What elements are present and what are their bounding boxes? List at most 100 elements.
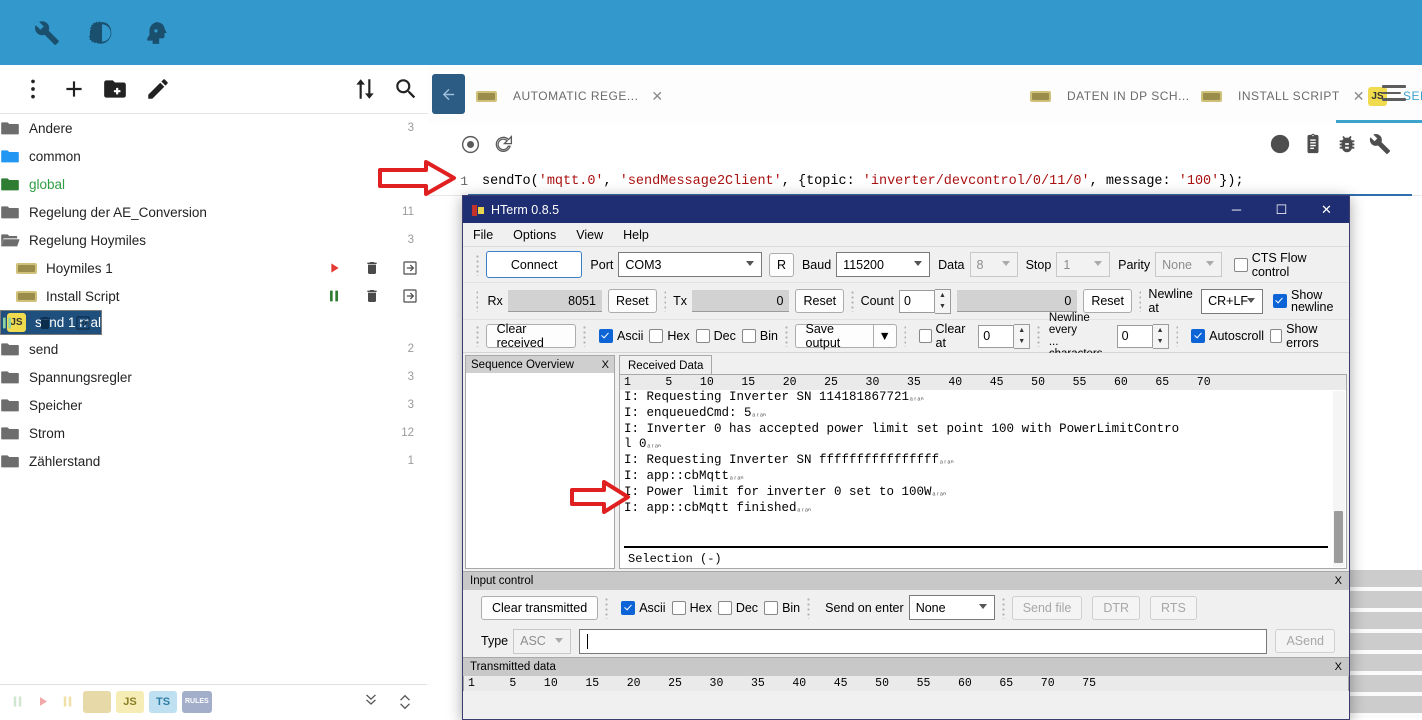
hterm-titlebar[interactable]: HTerm 0.8.5 ─ ☐ ✕ — [463, 196, 1349, 223]
export-icon[interactable] — [402, 288, 418, 304]
search-icon[interactable] — [393, 76, 419, 102]
send-bin-checkbox[interactable]: Bin — [764, 600, 800, 615]
clear-at-spinner-buttons[interactable]: ▲ ▼ — [1014, 323, 1031, 349]
pause-icon[interactable] — [0, 315, 15, 331]
port-select[interactable]: COM3 — [618, 252, 762, 277]
recv-hex-checkbox[interactable]: Hex — [649, 329, 690, 343]
newline-every-spinner-buttons[interactable]: ▲ ▼ — [1152, 323, 1169, 349]
pause-icon[interactable] — [326, 288, 342, 304]
menu-view[interactable]: View — [576, 228, 603, 242]
pause-all-icon[interactable] — [10, 694, 25, 709]
recv-ascii-checkbox[interactable]: Ascii — [599, 329, 643, 343]
tab-close-icon[interactable]: ✕ — [651, 89, 663, 103]
clear-received-button[interactable]: Clear received — [485, 322, 577, 350]
recv-dec-checkbox[interactable]: Dec — [695, 329, 736, 343]
show-newline-checkbox[interactable]: Show newline — [1273, 289, 1343, 313]
clock-icon[interactable] — [1269, 133, 1291, 155]
count-spinner[interactable]: 0 ▲ ▼ — [898, 288, 951, 314]
script-tree[interactable]: Andere 3 common global Regelung der AE_Conve… — [0, 114, 428, 634]
received-log[interactable]: I: Requesting Inverter SN 114181867721ₐᵣ… — [620, 390, 1346, 517]
menu-options[interactable]: Options — [513, 228, 556, 242]
type-select[interactable]: ASC — [513, 628, 572, 654]
rts-button[interactable]: RTS — [1150, 595, 1197, 620]
baud-select[interactable]: 115200 — [836, 252, 931, 277]
editor-menu-icon[interactable] — [1382, 85, 1406, 101]
newline-every-spinner[interactable]: 0 ▲ ▼ — [1116, 323, 1169, 349]
tree-item-send[interactable]: send 2 — [0, 335, 428, 363]
tree-item-hoymiles-1[interactable]: Hoymiles 1 — [0, 254, 428, 282]
code-line-1[interactable]: 1 sendTo('mqtt.0', 'sendMessage2Client',… — [428, 167, 1422, 195]
cts-flow-checkbox[interactable]: CTS Flow control — [1234, 251, 1343, 279]
run-icon[interactable] — [326, 260, 342, 276]
tree-item-z-hlerstand[interactable]: Zählerstand 1 — [0, 447, 428, 475]
connect-button[interactable]: Connect — [485, 251, 583, 278]
newline-at-select[interactable]: CR+LF — [1201, 288, 1264, 314]
rescan-button[interactable]: R — [768, 252, 794, 277]
tree-item-install-script[interactable]: Install Script — [0, 282, 428, 310]
clear-at-spinner[interactable]: 0 ▲ ▼ — [978, 323, 1031, 349]
send-file-button[interactable]: Send file — [1011, 595, 1083, 620]
count-spinner-buttons[interactable]: ▲ ▼ — [934, 288, 951, 314]
edit-pencil-icon[interactable] — [145, 76, 171, 102]
tree-item-regelung-der-ae-conversion[interactable]: Regelung der AE_Conversion 11 — [0, 198, 428, 226]
sequence-overview-close-icon[interactable]: X — [602, 359, 609, 371]
new-folder-icon[interactable] — [102, 76, 128, 102]
parity-select[interactable]: None — [1155, 252, 1223, 277]
dtr-button[interactable]: DTR — [1092, 595, 1141, 620]
menu-help[interactable]: Help — [623, 228, 649, 242]
autoscroll-checkbox[interactable]: Autoscroll — [1191, 329, 1264, 343]
contrast-icon[interactable] — [89, 20, 115, 46]
close-button[interactable]: ✕ — [1304, 196, 1349, 223]
data-select[interactable]: 8 — [969, 252, 1018, 277]
pause-group-icon[interactable] — [60, 694, 75, 709]
run-icon[interactable] — [460, 134, 481, 155]
send-ascii-checkbox[interactable]: Ascii — [621, 600, 666, 615]
minimize-button[interactable]: ─ — [1214, 196, 1259, 223]
tab-daten-in-dp-sch[interactable]: DATEN IN DP SCH... ✕ — [1030, 76, 1214, 116]
tree-item-strom[interactable]: Strom 12 — [0, 419, 428, 447]
asend-button[interactable]: ASend — [1275, 629, 1335, 653]
expand-all-icon[interactable] — [397, 694, 413, 710]
debug-bug-icon[interactable] — [1336, 133, 1358, 155]
add-script-icon[interactable] — [61, 76, 87, 102]
rx-reset-button[interactable]: Reset — [607, 289, 657, 313]
maximize-button[interactable]: ☐ — [1259, 196, 1304, 223]
clipboard-icon[interactable] — [1302, 133, 1324, 155]
send-input[interactable] — [579, 628, 1268, 654]
show-errors-checkbox[interactable]: Show errors — [1270, 322, 1343, 350]
stop-select[interactable]: 1 — [1056, 252, 1111, 277]
menu-file[interactable]: File — [473, 228, 493, 242]
delete-icon[interactable] — [364, 288, 380, 304]
head-icon[interactable] — [144, 20, 170, 46]
collapse-all-icon[interactable] — [363, 694, 379, 710]
tx-reset-button[interactable]: Reset — [795, 289, 845, 313]
tree-item-spannungsregler[interactable]: Spannungsregler 3 — [0, 363, 428, 391]
tree-item-speicher[interactable]: Speicher 3 — [0, 391, 428, 419]
export-icon[interactable] — [75, 315, 91, 331]
received-scrollbar[interactable] — [1333, 391, 1345, 567]
received-data-tab[interactable]: Received Data — [619, 355, 713, 375]
tree-item-global[interactable]: global — [0, 170, 428, 198]
send-on-enter-select[interactable]: None — [908, 595, 995, 620]
hterm-window[interactable]: HTerm 0.8.5 ─ ☐ ✕ File Options View Help… — [462, 195, 1350, 720]
input-control-close-icon[interactable]: X — [1335, 575, 1342, 587]
clear-at-checkbox[interactable]: Clear at — [919, 322, 972, 350]
received-scrollbar-thumb[interactable] — [1334, 511, 1343, 563]
tree-item-common[interactable]: common — [0, 142, 428, 170]
save-output-button[interactable]: Save output — [794, 322, 873, 350]
reload-icon[interactable] — [493, 134, 514, 155]
tab-close-icon[interactable]: ✕ — [1353, 89, 1365, 103]
export-icon[interactable] — [402, 260, 418, 276]
tab-automatic-rege[interactable]: AUTOMATIC REGE... ✕ — [476, 76, 663, 116]
back-button[interactable] — [432, 74, 465, 114]
count-reset-button[interactable]: Reset — [1083, 289, 1132, 313]
delete-icon[interactable] — [364, 260, 380, 276]
run-all-icon[interactable] — [35, 694, 50, 709]
tab-install-script[interactable]: INSTALL SCRIPT ✕ — [1201, 76, 1364, 116]
delete-icon[interactable] — [37, 315, 53, 331]
sort-icon[interactable] — [352, 76, 378, 102]
send-dec-checkbox[interactable]: Dec — [717, 600, 758, 615]
tree-item-andere[interactable]: Andere 3 — [0, 114, 428, 142]
clear-transmitted-button[interactable]: Clear transmitted — [481, 595, 599, 620]
wrench-icon[interactable] — [34, 20, 60, 46]
